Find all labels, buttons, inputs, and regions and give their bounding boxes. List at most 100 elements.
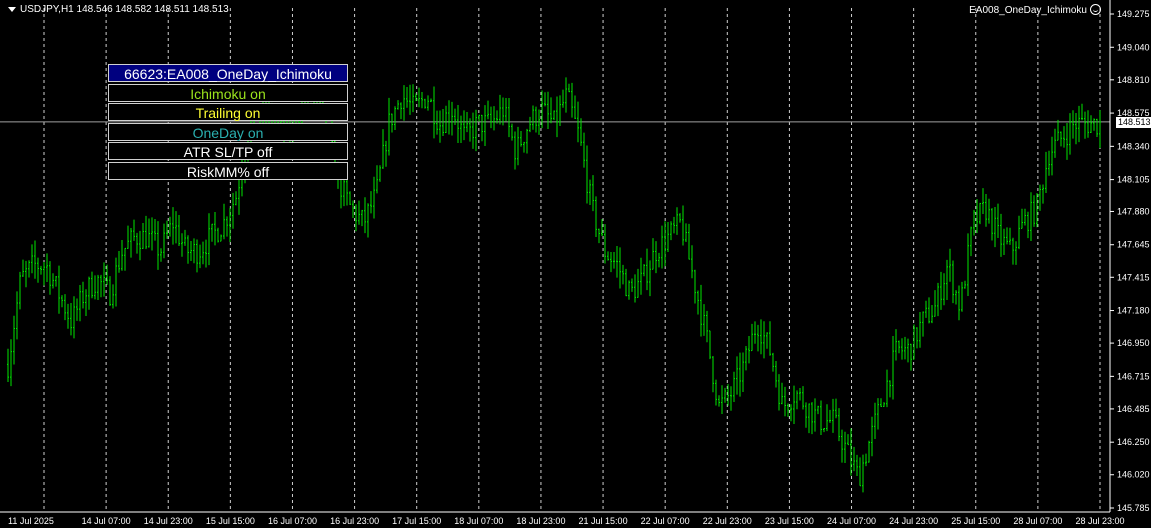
ohlc-bar (574, 95, 576, 120)
time-axis: 11 Jul 2025 14 Jul 07:00 14 Jul 23:00 15 Ju… (0, 511, 1125, 526)
riskmm-toggle-button[interactable]: RiskMM% off (108, 161, 348, 180)
ohlc-bar (154, 219, 156, 241)
ohlc-bar (1027, 211, 1029, 239)
ohlc-bar (985, 193, 987, 227)
ichimoku-toggle-button[interactable]: Ichimoku on (108, 83, 348, 102)
ohlc-bar (1057, 119, 1059, 141)
ohlc-bar (79, 284, 81, 322)
ohlc-bar (478, 114, 480, 122)
ohlc-bar (532, 105, 534, 130)
ohlc-bar (913, 324, 915, 360)
ohlc-bar (847, 434, 849, 446)
ohlc-bar (499, 94, 501, 125)
ohlc-bar (55, 275, 57, 287)
ohlc-bar (22, 259, 24, 277)
ohlc-bar (679, 213, 681, 223)
ohlc-bar (616, 246, 618, 278)
dropdown-triangle-icon[interactable] (8, 6, 16, 12)
ohlc-bar (991, 208, 993, 241)
ohlc-bar (742, 352, 744, 392)
ohlc-bar (607, 251, 609, 261)
x-tick-label: 24 Jul 07:00 (827, 516, 876, 526)
ohlc-bar (784, 386, 786, 417)
ohlc-bar (124, 247, 126, 271)
ohlc-bar (976, 199, 978, 234)
ohlc-bar (1066, 122, 1068, 160)
ohlc-bar (544, 92, 546, 107)
ohlc-bar (802, 386, 804, 410)
ohlc-bar (1012, 237, 1014, 265)
y-tick-label: 146.020 (1117, 470, 1150, 480)
ohlc-bar (889, 380, 891, 398)
ohlc-bar (940, 271, 942, 310)
y-tick-label: 149.040 (1117, 42, 1150, 52)
ohlc-bar (610, 251, 612, 273)
ohlc-bar (427, 95, 429, 111)
x-tick-label: 22 Jul 23:00 (703, 516, 752, 526)
smiley-icon[interactable] (1090, 4, 1101, 15)
ohlc-bar (70, 302, 72, 336)
ohlc-bar (778, 374, 780, 411)
ohlc-bar (1063, 126, 1065, 148)
ohlc-bar (463, 110, 465, 141)
ohlc-bar (190, 241, 192, 262)
ohlc-bar (646, 248, 648, 291)
ohlc-bar (631, 278, 633, 292)
ohlc-bar (910, 343, 912, 371)
current-price-label: 148.513 (1116, 116, 1151, 128)
panel-title: 66623:EA008_OneDay_Ichimoku (108, 64, 348, 82)
ohlc-bar (418, 87, 420, 108)
ohlc-bar (901, 338, 903, 360)
ohlc-bar (793, 385, 795, 425)
ohlc-bar (220, 234, 222, 242)
ohlc-bar (385, 140, 387, 167)
ohlc-bar (1090, 115, 1092, 134)
ohlc-bar (361, 209, 363, 227)
ohlc-bar (670, 221, 672, 241)
ohlc-bar (421, 91, 423, 109)
ohlc-bar (370, 191, 372, 214)
ohlc-bar (217, 227, 219, 243)
ohlc-bar (565, 77, 567, 113)
ohlc-bar (859, 457, 861, 487)
ohlc-bar (862, 454, 864, 493)
trailing-toggle-button[interactable]: Trailing on (108, 103, 348, 122)
ohlc-bar (487, 100, 489, 120)
ohlc-bar (763, 321, 765, 359)
ohlc-bar (718, 395, 720, 407)
ohlc-bar (583, 132, 585, 168)
ohlc-bar (904, 336, 906, 360)
ohlc-bar (871, 416, 873, 457)
ohlc-bar (181, 233, 183, 257)
ohlc-bar (751, 323, 753, 352)
ohlc-bar (1081, 103, 1083, 121)
ohlc-bar (517, 126, 519, 166)
ohlc-bar (493, 106, 495, 131)
ohlc-bar (445, 105, 447, 134)
ohlc-bar (31, 244, 33, 274)
ohlc-bar (982, 188, 984, 215)
ohlc-bar (979, 202, 981, 225)
ohlc-bar (13, 315, 15, 365)
ohlc-bar (613, 252, 615, 269)
ohlc-bar (685, 223, 687, 243)
ohlc-bar (178, 214, 180, 246)
x-tick-label: 14 Jul 07:00 (82, 516, 131, 526)
ohlc-bar (691, 245, 693, 279)
ohlc-bar (799, 387, 801, 401)
oneday-toggle-button[interactable]: OneDay on (108, 122, 348, 141)
ohlc-bar (1075, 112, 1077, 145)
x-tick-label: 22 Jul 07:00 (641, 516, 690, 526)
ohlc-bar (664, 221, 666, 267)
y-tick-label: 146.485 (1117, 404, 1150, 414)
ohlc-bar (988, 198, 990, 224)
ohlc-bar (895, 329, 897, 361)
ohlc-bar (943, 273, 945, 306)
ohlc-bar (817, 405, 819, 415)
atr-sltp-toggle-button[interactable]: ATR SL/TP off (108, 142, 348, 161)
ohlc-bar (907, 338, 909, 363)
ohlc-bar (562, 89, 564, 108)
ohlc-bar (37, 257, 39, 283)
ohlc-bar (643, 264, 645, 277)
ohlc-bar (208, 213, 210, 266)
